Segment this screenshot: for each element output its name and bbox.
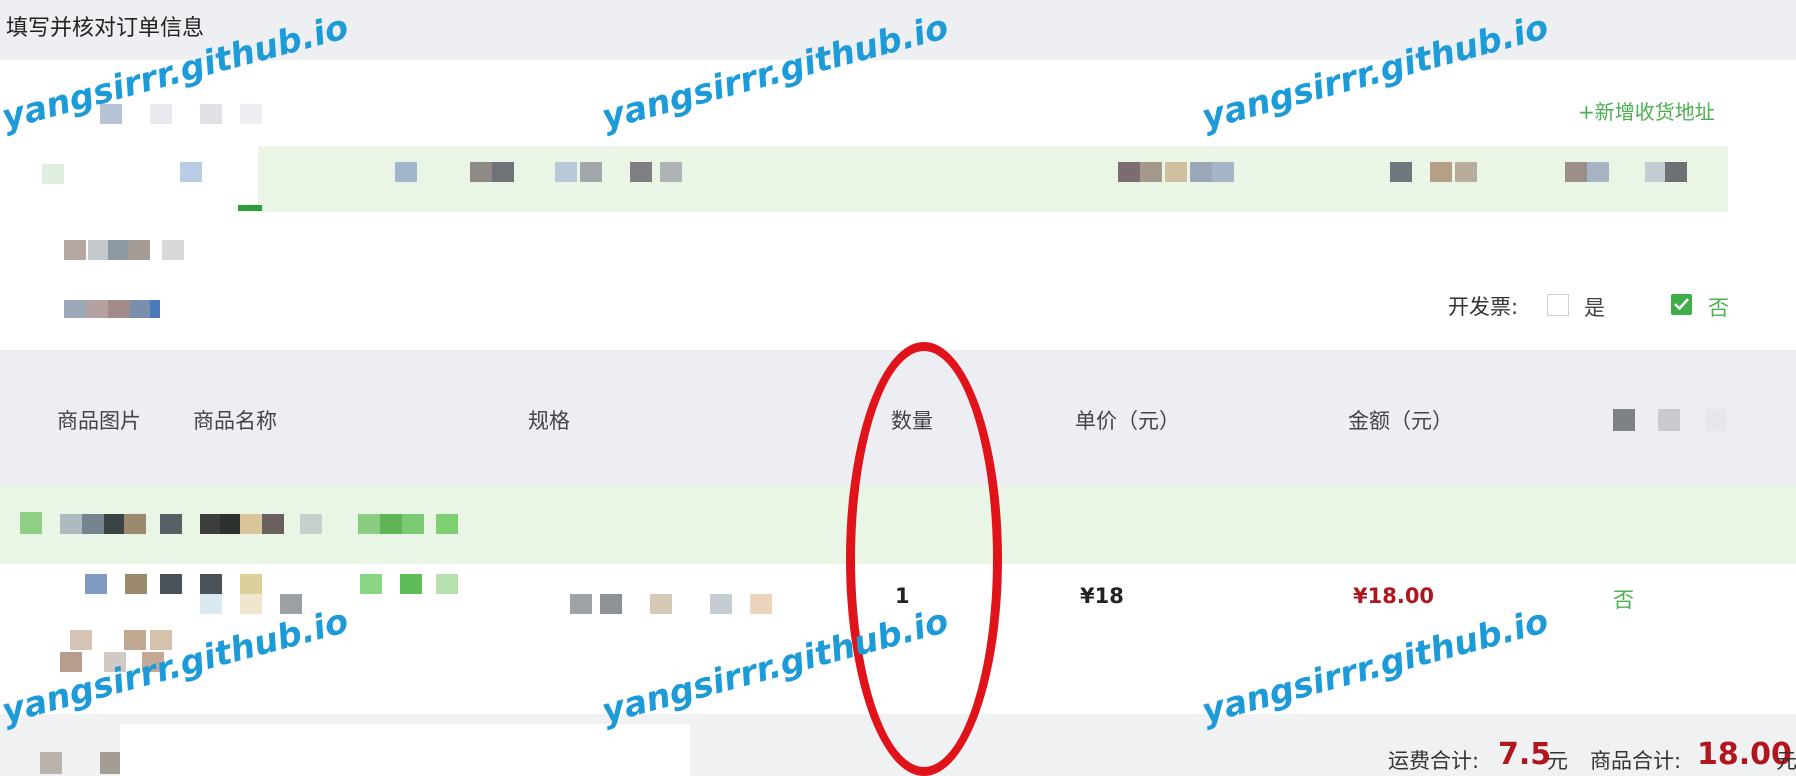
- mosaic-block: [70, 630, 92, 650]
- column-header-spec: 规格: [528, 409, 570, 433]
- red-annotation-ellipse: [846, 342, 1002, 776]
- column-header-unit-price: 单价（元）: [1075, 409, 1180, 433]
- column-header-name: 商品名称: [193, 409, 277, 433]
- column-header-image: 商品图片: [57, 409, 141, 433]
- invoice-label: 开发票:: [1448, 295, 1519, 319]
- checkmark-icon: [1674, 298, 1689, 310]
- shipping-total-unit: 元: [1547, 749, 1568, 773]
- mosaic-block: [300, 514, 322, 534]
- mosaic-block: [160, 514, 182, 534]
- mosaic-block: [220, 514, 242, 534]
- mosaic-block: [395, 162, 417, 182]
- mosaic-block: [86, 300, 108, 318]
- mosaic-block: [240, 594, 262, 614]
- mosaic-block: [64, 240, 86, 260]
- mosaic-block: [750, 594, 772, 614]
- mosaic-block: [1165, 162, 1187, 182]
- mosaic-block: [436, 574, 458, 594]
- mosaic-block: [124, 514, 146, 534]
- mosaic-block: [1190, 162, 1212, 182]
- mosaic-block: [82, 514, 104, 534]
- mosaic-block: [400, 574, 422, 594]
- mosaic-block: [570, 594, 592, 614]
- mosaic-block: [128, 240, 150, 260]
- mosaic-block: [88, 240, 110, 260]
- mosaic-block: [200, 514, 222, 534]
- mosaic-block: [1665, 162, 1687, 182]
- mosaic-block: [580, 162, 602, 182]
- blurred-footer-content: [40, 752, 62, 774]
- mosaic-block: [262, 514, 284, 534]
- mosaic-block: [60, 652, 82, 672]
- mosaic-block: [104, 514, 126, 534]
- mosaic-block: [1140, 162, 1162, 182]
- mosaic-block: [162, 240, 184, 260]
- mosaic-block: [1565, 162, 1587, 182]
- mosaic-block: [160, 574, 182, 594]
- mosaic-block: [492, 162, 514, 182]
- shipping-total-value: 7.5: [1498, 737, 1552, 772]
- mosaic-block: [650, 594, 672, 614]
- mosaic-block: [380, 514, 402, 534]
- mosaic-block: [1587, 162, 1609, 182]
- shipping-total-label: 运费合计:: [1388, 749, 1480, 773]
- mosaic-block: [150, 300, 160, 318]
- mosaic-block: [200, 104, 222, 124]
- mosaic-block: [1455, 162, 1477, 182]
- row-flag-value: 否: [1613, 588, 1634, 612]
- add-address-link[interactable]: +新增收货地址: [1578, 96, 1715, 125]
- invoice-yes-label[interactable]: 是: [1584, 292, 1605, 322]
- mosaic-block: [240, 104, 262, 124]
- mosaic-block: [180, 162, 202, 182]
- invoice-yes-checkbox[interactable]: [1547, 294, 1569, 316]
- mosaic-block: [402, 514, 424, 534]
- mosaic-block: [1118, 162, 1140, 182]
- amount-value: ¥18.00: [1353, 584, 1435, 608]
- mosaic-block: [555, 162, 577, 182]
- mosaic-block: [1390, 162, 1412, 182]
- mosaic-block: [630, 162, 652, 182]
- mosaic-block: [470, 162, 492, 182]
- mosaic-block: [130, 300, 152, 318]
- goods-total-label: 商品合计:: [1590, 749, 1682, 773]
- mosaic-block: [240, 574, 262, 594]
- mosaic-block: [200, 594, 222, 614]
- mosaic-block: [124, 630, 146, 650]
- invoice-no-label[interactable]: 否: [1708, 292, 1729, 322]
- mosaic-block: [710, 594, 732, 614]
- mosaic-block: [360, 574, 382, 594]
- mosaic-block: [1212, 162, 1234, 182]
- mosaic-block: [150, 104, 172, 124]
- mosaic-block: [200, 574, 222, 594]
- blurred-footer-content: [100, 752, 122, 774]
- mosaic-block: [108, 240, 130, 260]
- mosaic-block: [20, 512, 42, 534]
- mosaic-block: [1645, 162, 1667, 182]
- mosaic-block: [660, 162, 682, 182]
- mosaic-block: [64, 300, 86, 318]
- mosaic-block: [42, 164, 64, 184]
- invoice-no-checkbox[interactable]: [1671, 294, 1692, 315]
- blurred-header-icon: [1705, 409, 1727, 431]
- blurred-header-icon: [1613, 409, 1635, 431]
- mosaic-block: [125, 574, 147, 594]
- unit-price-value: ¥18: [1080, 584, 1124, 608]
- mosaic-block: [108, 300, 130, 318]
- mosaic-block: [60, 514, 82, 534]
- remark-input[interactable]: [120, 724, 690, 776]
- mosaic-block: [1430, 162, 1452, 182]
- column-header-amount: 金额（元）: [1348, 409, 1453, 433]
- mosaic-block: [600, 594, 622, 614]
- mosaic-block: [358, 514, 380, 534]
- mosaic-block: [280, 594, 302, 614]
- mosaic-block: [85, 574, 107, 594]
- page-title: 填写并核对订单信息: [6, 16, 205, 41]
- blurred-header-icon: [1658, 409, 1680, 431]
- mosaic-block: [238, 205, 262, 211]
- mosaic-block: [240, 514, 262, 534]
- mosaic-block: [436, 514, 458, 534]
- goods-total-unit: 元: [1776, 749, 1796, 773]
